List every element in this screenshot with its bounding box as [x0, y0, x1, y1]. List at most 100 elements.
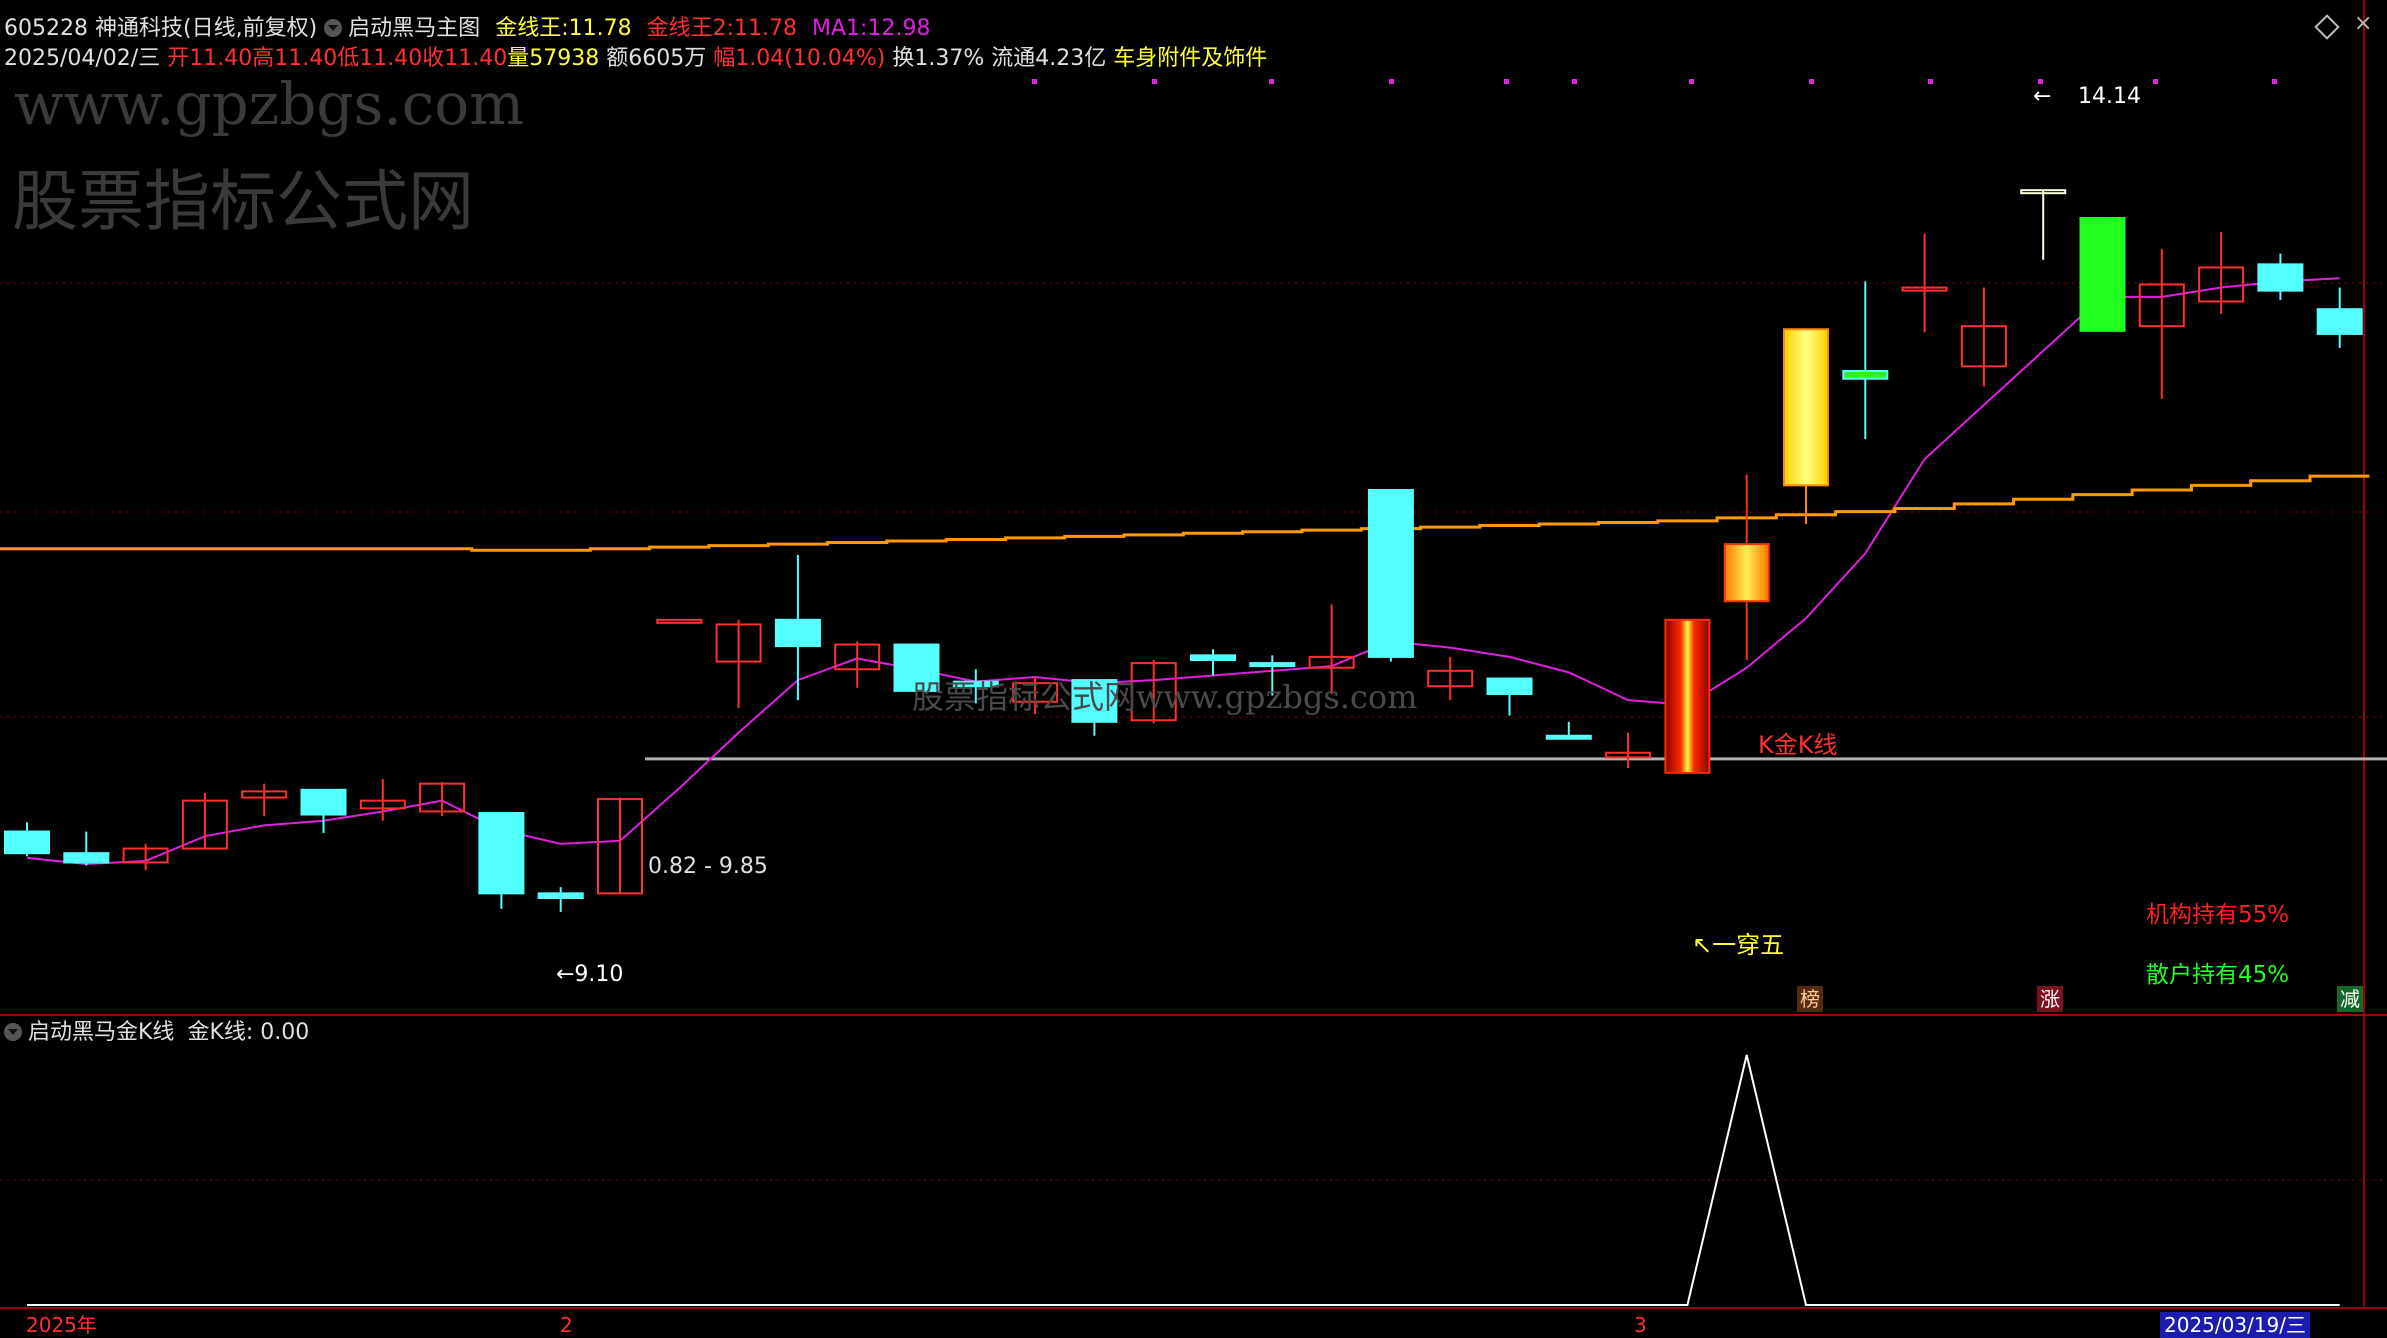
tag-bang[interactable]: 榜: [1797, 986, 1823, 1012]
open-value: 11.40: [189, 46, 253, 71]
signal-dot: [1928, 79, 1933, 84]
candle: [2316, 287, 2363, 348]
candle-body: [537, 892, 584, 900]
open-label: 开: [167, 46, 190, 71]
candle-body: [1842, 370, 1889, 380]
chevron-down-icon[interactable]: [4, 1023, 22, 1041]
tag-jian[interactable]: 减: [2337, 986, 2363, 1012]
float-label: 流通: [991, 46, 1036, 71]
close-label: 收: [422, 46, 445, 71]
low-label: 低: [337, 46, 360, 71]
jxw-value: 11.78: [568, 16, 632, 41]
signal-dot: [1032, 79, 1037, 84]
candle: [2198, 231, 2245, 314]
candle-body: [1249, 662, 1296, 668]
candle-body: [300, 788, 347, 816]
candle: [2257, 253, 2304, 300]
candle-body: [1664, 618, 1711, 774]
high-arrow-icon: ←: [2033, 84, 2052, 109]
high-value: 11.40: [274, 46, 338, 71]
cursor-date: 2025/03/19/三: [2160, 1312, 2311, 1338]
candle: [478, 812, 525, 909]
candle: [656, 618, 703, 624]
sub-value: 0.00: [260, 1020, 310, 1045]
candle: [597, 797, 643, 895]
low-value: 11.40: [359, 46, 423, 71]
candle-body: [1486, 677, 1533, 696]
candle-body: [1545, 734, 1592, 740]
candle: [2020, 189, 2067, 260]
tag-zhang[interactable]: 涨: [2037, 986, 2063, 1012]
sub-header: 启动黑马金K线 金K线: 0.00: [4, 1020, 309, 1046]
candle: [1545, 721, 1592, 740]
axis-label-mar: 3: [1634, 1313, 1647, 1337]
jxw2-value: 11.78: [734, 16, 797, 41]
watermark-center: 股票指标公式网www.gpzbgs.com: [912, 678, 1418, 716]
candle: [1842, 281, 1889, 439]
candle: [774, 554, 821, 701]
candle: [1664, 618, 1711, 774]
watermark-url: www.gpzbgs.com: [14, 70, 525, 138]
candle: [2079, 217, 2126, 332]
axis-label-year: 2025年: [26, 1313, 97, 1337]
header-line1: 605228 神通科技(日线,前复权) 启动黑马主图 金线王:11.78 金线王…: [4, 16, 930, 42]
candle: [4, 822, 50, 857]
amount-label: 额: [606, 46, 629, 71]
gold-line-series: [0, 474, 2370, 552]
signal-dot: [1152, 79, 1157, 84]
turnover-value: 1.37%: [914, 46, 985, 71]
signal-dot: [1504, 79, 1509, 84]
gold-line: [0, 474, 2370, 552]
low-price-label: ←9.10: [556, 962, 624, 987]
turnover-label: 换: [892, 46, 915, 71]
candle-body: [1367, 489, 1414, 658]
amount-value: 6605万: [628, 46, 707, 71]
change-label: 幅: [713, 46, 736, 71]
candle: [241, 783, 288, 817]
axis-label-feb: 2: [560, 1313, 573, 1337]
candle-body: [2079, 217, 2126, 332]
float-value: 4.23亿: [1035, 46, 1107, 71]
chuanwu-label: ↖一穿五: [1692, 931, 1785, 959]
jxw2-label: 金线王2:: [646, 16, 735, 41]
candle: [1605, 732, 1652, 769]
watermark-site: 股票指标公式网: [12, 163, 474, 240]
signal-dot: [1269, 79, 1274, 84]
sector-label[interactable]: 车身附件及饰件: [1113, 46, 1267, 71]
candle: [537, 887, 584, 912]
chart-period: (日线,前复权): [183, 16, 318, 41]
stock-code: 605228: [4, 16, 88, 41]
candle: [1367, 489, 1414, 662]
candle: [1960, 287, 2007, 387]
ma1-label: MA1:: [812, 16, 868, 41]
jxw-label: 金线王:: [495, 16, 569, 41]
candle-body: [2316, 308, 2363, 335]
institution-holding-label: 机构持有55%: [2146, 902, 2290, 928]
candle: [419, 782, 466, 817]
candle: [181, 792, 228, 850]
candlestick-series[interactable]: [4, 189, 2363, 912]
chevron-down-icon[interactable]: [324, 19, 343, 37]
close-icon[interactable]: ×: [2354, 12, 2372, 36]
candle: [122, 843, 169, 871]
candle: [2138, 248, 2185, 399]
candle: [1486, 677, 1533, 716]
ma1-value: 12.98: [867, 16, 931, 41]
candle-body: [1190, 654, 1236, 662]
candle-body: [63, 852, 110, 864]
sub-value-label: 金K线:: [187, 1020, 254, 1045]
header-line2: 2025/04/02/三 开11.40高11.40低11.40收11.40量57…: [4, 46, 1267, 72]
gold-k-label: K金K线: [1758, 731, 1838, 759]
signal-dot: [1389, 79, 1394, 84]
signal-dot: [2272, 79, 2277, 84]
signal-dot: [1689, 79, 1694, 84]
candle: [1427, 656, 1474, 701]
candle-body: [1783, 328, 1829, 487]
indicator-name[interactable]: 启动黑马主图: [348, 16, 480, 41]
sub-indicator-name[interactable]: 启动黑马金K线: [28, 1020, 174, 1045]
candle: [715, 619, 762, 708]
signal-dot: [1572, 79, 1577, 84]
volume-value: 57938: [529, 46, 600, 71]
range-label: 0.82 - 9.85: [648, 854, 768, 879]
candle: [300, 788, 347, 834]
